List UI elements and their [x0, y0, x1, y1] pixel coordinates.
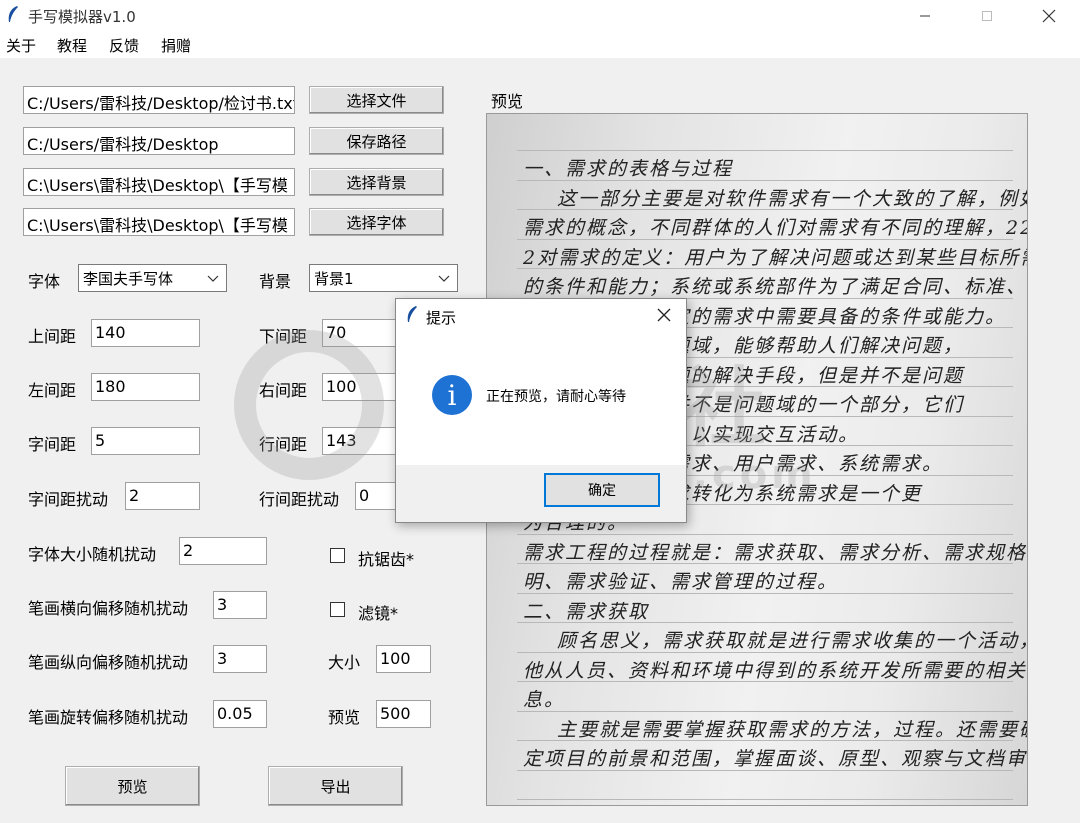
preview-text-line: 2对需求的定义：用户为了解决问题或达到某些目标所需要 [523, 246, 1028, 269]
preview-text-line: 主要就是需要掌握获取需求的方法，过程。还需要确 [557, 718, 1028, 741]
v-jitter-input[interactable]: 3 [213, 645, 267, 673]
chevron-down-icon [438, 275, 450, 282]
minimize-icon [920, 15, 930, 17]
preview-text-line: 需求工程的过程就是：需求获取、需求分析、需求规格说 [523, 541, 1028, 564]
preview-button[interactable]: 预览 [65, 766, 200, 806]
antialias-checkbox[interactable] [330, 548, 345, 563]
font-path-input[interactable]: C:\Users\雷科技\Desktop\【手写模 [23, 208, 295, 236]
size-input[interactable]: 100 [376, 645, 431, 673]
h-jitter-input[interactable]: 3 [213, 591, 267, 619]
message-dialog: 提示 i 正在预览，请耐心等待 确定 [395, 298, 687, 523]
close-button[interactable] [1018, 0, 1080, 32]
preview-text-line: 的条件和能力；系统或系统部件为了满足合同、标准、规 [523, 276, 1028, 298]
antialias-label: 抗锯齿* [358, 550, 415, 569]
font-label: 字体 [28, 272, 61, 291]
menu-bar: 关于 教程 反馈 捐赠 [0, 32, 1080, 58]
preview-text-line: 二、需求获取 [523, 600, 650, 623]
chevron-down-icon [207, 275, 219, 282]
line-jitter-label: 行间距扰动 [259, 490, 340, 509]
preview-size-label: 预览 [328, 708, 361, 727]
size-jitter-label: 字体大小随机扰动 [28, 545, 157, 564]
choose-font-button[interactable]: 选择字体 [309, 208, 444, 236]
feather-app-icon [407, 306, 417, 322]
font-select-value: 李国夫手写体 [83, 270, 174, 288]
menu-tutorial[interactable]: 教程 [57, 35, 87, 56]
dialog-body: i 正在预览，请耐心等待 [396, 337, 686, 465]
ok-button[interactable]: 确定 [544, 473, 660, 507]
paper-rule [517, 710, 1013, 712]
title-bar: 手写模拟器v1.0 [0, 0, 1080, 32]
save-path-input[interactable]: C:/Users/雷科技/Desktop [23, 127, 295, 155]
font-select[interactable]: 李国夫手写体 [78, 264, 227, 292]
window-title: 手写模拟器v1.0 [28, 8, 136, 26]
top-margin-input[interactable]: 140 [91, 319, 200, 347]
left-margin-input[interactable]: 180 [91, 373, 200, 401]
line-spacing-label: 行间距 [259, 435, 308, 454]
h-jitter-label: 笔画横向偏移随机扰动 [28, 599, 189, 618]
preview-text-line: 一、需求的表格与过程 [523, 158, 734, 180]
close-icon [1042, 9, 1056, 23]
char-jitter-label: 字间距扰动 [28, 490, 109, 509]
top-margin-label: 上间距 [28, 327, 77, 346]
info-icon: i [432, 375, 472, 415]
preview-text-line: 顾名思义，需求获取就是进行需求收集的一个活动， [557, 630, 1028, 652]
preview-text-line: 息。 [523, 689, 566, 711]
maximize-icon [982, 11, 992, 21]
size-jitter-input[interactable]: 2 [179, 537, 267, 565]
preview-text-line: 定项目的前景和范围，掌握面谈、原型、观察与文档审查 [523, 748, 1028, 770]
feather-app-icon [8, 6, 18, 22]
size-label: 大小 [328, 653, 361, 672]
v-jitter-label: 笔画纵向偏移随机扰动 [28, 653, 189, 672]
preview-text-line: 需求的概念，不同群体的人们对需求有不同的理解，222 [523, 217, 1028, 239]
choose-background-button[interactable]: 选择背景 [309, 168, 444, 196]
watermark-logo [234, 330, 384, 480]
rotation-jitter-input[interactable]: 0.05 [213, 700, 267, 728]
menu-donate[interactable]: 捐赠 [161, 35, 191, 56]
preview-text-line: 明、需求验证、需求管理的过程。 [523, 571, 839, 593]
bottom-margin-label: 下间距 [259, 327, 308, 346]
choose-file-button[interactable]: 选择文件 [309, 86, 444, 114]
minimize-button[interactable] [894, 0, 956, 32]
rotation-jitter-label: 笔画旋转偏移随机扰动 [28, 708, 189, 727]
preview-panel-label: 预览 [491, 92, 524, 111]
maximize-button[interactable] [956, 0, 1018, 32]
background-path-input[interactable]: C:\Users\雷科技\Desktop\【手写模 [23, 168, 295, 196]
menu-about[interactable]: 关于 [6, 35, 36, 56]
paper-rule [517, 150, 1013, 151]
text-file-path-input[interactable]: C:/Users/雷科技/Desktop/检讨书.txt [23, 86, 295, 114]
close-icon[interactable] [656, 307, 672, 323]
filter-label: 滤镜* [358, 604, 399, 623]
dialog-title: 提示 [426, 309, 457, 327]
dialog-message: 正在预览，请耐心等待 [486, 389, 626, 405]
background-select[interactable]: 背景1 [309, 264, 458, 292]
background-select-value: 背景1 [314, 270, 354, 288]
paper-rule [517, 799, 1013, 800]
preview-size-input[interactable]: 500 [376, 700, 431, 728]
preview-text-line: 他从人员、资料和环境中得到的系统开发所需要的相关信 [523, 659, 1028, 682]
char-jitter-input[interactable]: 2 [125, 482, 200, 510]
export-button[interactable]: 导出 [268, 766, 403, 806]
char-spacing-input[interactable]: 5 [91, 427, 200, 455]
save-path-button[interactable]: 保存路径 [309, 127, 444, 155]
right-margin-label: 右间距 [259, 381, 308, 400]
left-margin-label: 左间距 [28, 381, 77, 400]
filter-checkbox[interactable] [330, 602, 345, 617]
menu-feedback[interactable]: 反馈 [109, 35, 139, 56]
preview-text-line: 这一部分主要是对软件需求有一个大致的了解，例如 [557, 187, 1028, 210]
background-label: 背景 [259, 272, 292, 291]
char-spacing-label: 字间距 [28, 435, 77, 454]
